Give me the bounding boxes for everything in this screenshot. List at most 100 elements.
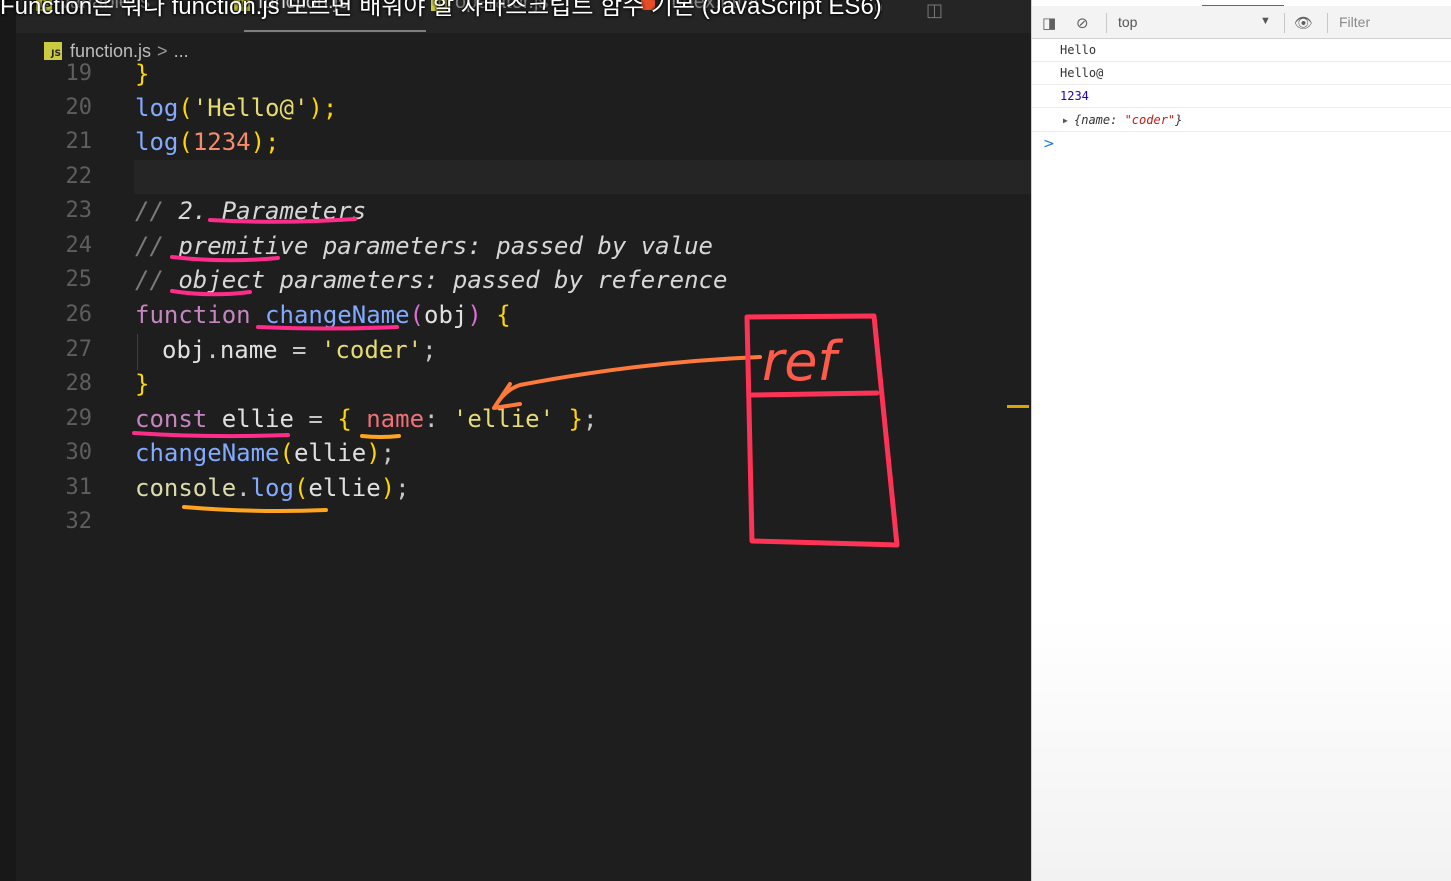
code-line-30[interactable]: changeName(ellie);	[135, 436, 395, 471]
brace: {	[496, 301, 511, 329]
devtools-console[interactable]: ◨ ⊘ top ▼ 👁 Filter Hello Hello@ 1234 ▶ {…	[1031, 0, 1451, 881]
line-number: 32	[65, 509, 93, 534]
code-editor[interactable]: JS variable.js JS function.js JS operato…	[0, 0, 1031, 881]
video-caption: Function은 뭐다 function.js 모르면 배워야 할 자바스크립…	[0, 0, 882, 20]
comment-marker: //	[135, 232, 179, 260]
line-number: 21	[65, 129, 93, 154]
log-text: Hello@	[1060, 66, 1104, 80]
code-line-20[interactable]: log('Hello@');	[135, 91, 337, 126]
line-number: 28	[65, 371, 93, 396]
dot: .	[205, 336, 220, 364]
indent-guide	[137, 334, 138, 370]
operator: =	[293, 405, 338, 433]
toolbar-divider	[1284, 13, 1285, 33]
paren: );	[308, 94, 338, 122]
code-line-25[interactable]: // object parameters: passed by referenc…	[135, 263, 727, 298]
expand-triangle-icon[interactable]: ▶	[1063, 109, 1068, 132]
code-line-23[interactable]: // 2. Parameters	[135, 194, 366, 229]
object-key: name	[366, 405, 425, 433]
clear-console-icon[interactable]: ⊘	[1076, 14, 1089, 32]
active-tab-indicator	[244, 30, 426, 32]
code-line-19[interactable]: }	[135, 57, 149, 92]
sidebar-toggle-icon[interactable]: ◨	[1042, 14, 1056, 32]
string-literal: 'coder'	[320, 336, 423, 364]
argument: ellie	[293, 439, 367, 467]
keyword: function	[135, 301, 251, 329]
argument: ellie	[308, 474, 381, 502]
string-literal: 'Hello@'	[192, 94, 309, 122]
breadcrumb-more[interactable]: ...	[174, 41, 189, 62]
line-number: 24	[65, 233, 93, 258]
context-selector[interactable]: top	[1118, 14, 1137, 30]
code-line-28[interactable]: }	[135, 367, 149, 402]
paren: )	[366, 439, 381, 467]
line-number: 30	[65, 440, 93, 465]
paren: )	[380, 474, 396, 502]
console-log-row[interactable]: Hello	[1032, 39, 1451, 62]
semicolon: ;	[582, 405, 598, 433]
identifier: ellie	[221, 405, 294, 433]
code-line-21[interactable]: log(1234);	[135, 125, 280, 160]
code-line-26[interactable]: function changeName(obj) {	[135, 298, 511, 333]
object-open: {name:	[1074, 113, 1125, 127]
function-call: log	[250, 474, 294, 502]
brace: {	[337, 405, 352, 433]
line-number: 23	[65, 198, 93, 223]
console-log-row[interactable]: 1234	[1032, 85, 1451, 108]
brace: }	[135, 370, 150, 398]
paren: (	[178, 94, 193, 122]
filter-input[interactable]: Filter	[1339, 14, 1370, 30]
paren: (	[178, 128, 193, 156]
scroll-marker	[1007, 405, 1029, 408]
line-number: 26	[65, 302, 93, 327]
chevron-down-icon[interactable]: ▼	[1260, 15, 1271, 27]
number-literal: 1234	[192, 128, 251, 156]
comment-text: object parameters: passed by reference	[178, 266, 728, 294]
line-number: 20	[65, 95, 93, 120]
brace: }	[135, 60, 150, 88]
console-log-row[interactable]: Hello@	[1032, 62, 1451, 85]
dot: .	[236, 474, 251, 502]
line-number: 22	[65, 164, 93, 189]
eye-icon[interactable]: 👁	[1294, 14, 1313, 32]
line-number: 19	[65, 61, 93, 86]
object-close: }	[1175, 113, 1183, 127]
activity-bar	[0, 0, 16, 881]
string-literal: 'ellie'	[452, 405, 555, 433]
console-object-row[interactable]: ▶ {name: "coder"}	[1032, 109, 1451, 132]
semicolon: ;	[380, 439, 396, 467]
object-preview: {name: "coder"}	[1074, 109, 1182, 132]
code-line-29[interactable]: const ellie = { name: 'ellie' };	[135, 402, 597, 437]
brace: }	[568, 405, 583, 433]
toolbar-divider	[1106, 13, 1107, 33]
parameter: obj	[424, 301, 468, 329]
log-text: 1234	[1060, 89, 1089, 103]
line-number: 27	[65, 337, 93, 362]
function-call: log	[135, 128, 179, 156]
object-value: "coder"	[1124, 113, 1176, 127]
comment-text: 2. Parameters	[178, 197, 367, 225]
console-toolbar: ◨ ⊘ top ▼ 👁 Filter	[1032, 6, 1451, 39]
paren: (	[279, 439, 294, 467]
function-name: changeName	[265, 301, 410, 329]
comment-marker: //	[135, 266, 179, 294]
keyword: const	[135, 405, 208, 433]
operator: =	[277, 336, 321, 364]
identifier: console	[135, 474, 237, 502]
paren: )	[467, 301, 482, 329]
colon: :	[424, 405, 439, 433]
function-call: log	[135, 94, 179, 122]
function-call: changeName	[135, 439, 280, 467]
paren: );	[250, 128, 280, 156]
paren: (	[409, 301, 424, 329]
code-line-24[interactable]: // premitive parameters: passed by value	[135, 229, 713, 264]
log-text: Hello	[1060, 43, 1097, 57]
line-number: 31	[65, 475, 93, 500]
code-line-31[interactable]: console.log(ellie);	[135, 471, 410, 506]
paren: (	[293, 474, 309, 502]
semicolon: ;	[395, 474, 410, 502]
identifier: obj	[162, 336, 206, 364]
console-prompt[interactable]: >	[1043, 136, 1055, 152]
code-line-27[interactable]: obj.name = 'coder';	[162, 333, 437, 368]
line-number: 29	[65, 406, 93, 431]
